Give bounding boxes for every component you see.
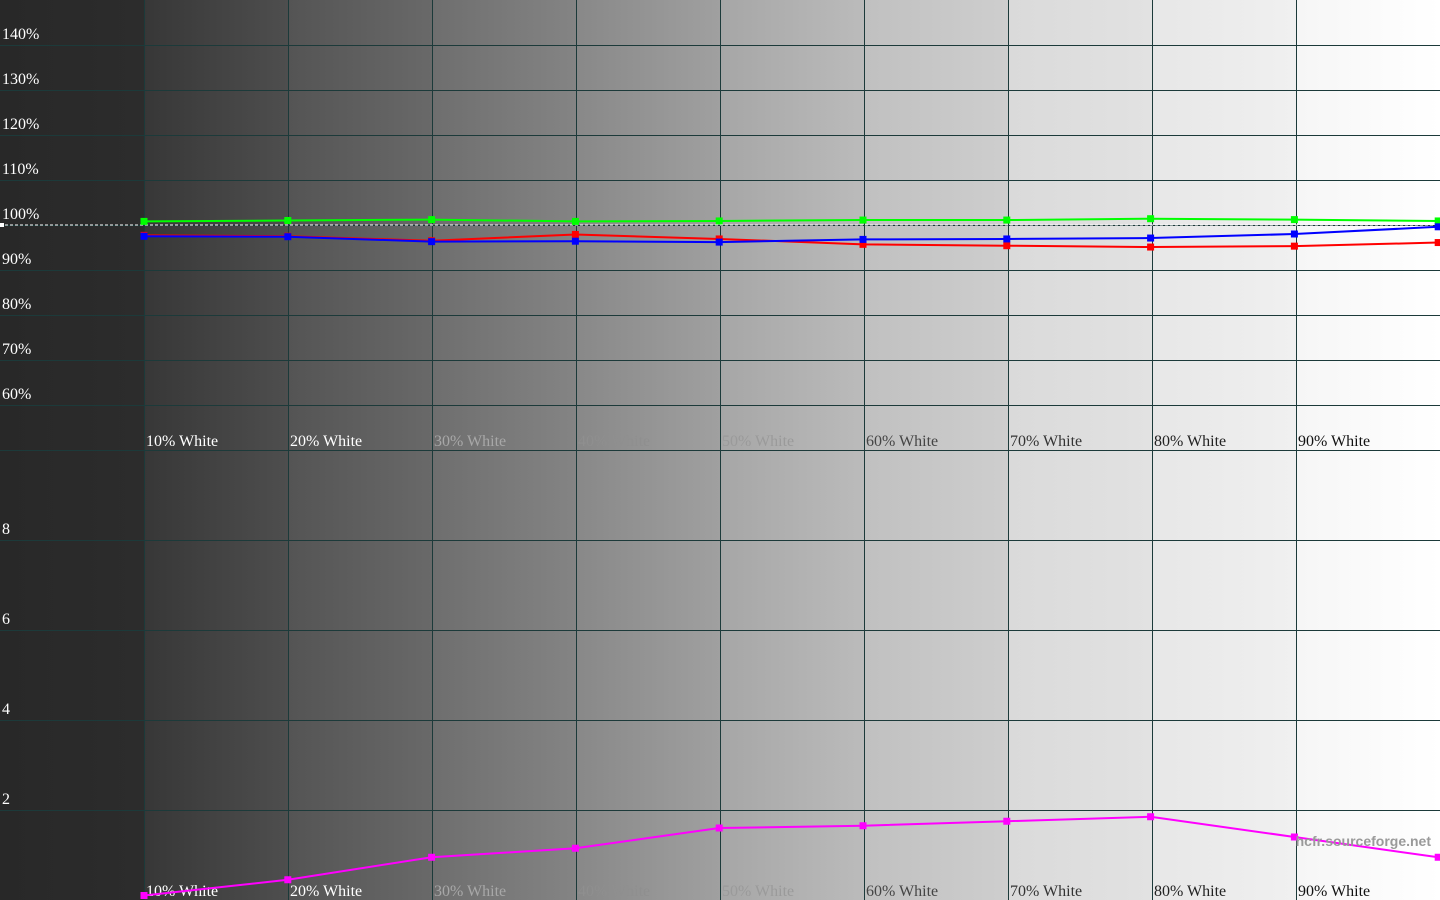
data-point-red	[571, 230, 579, 238]
data-point-blue	[715, 238, 723, 246]
data-point-magenta	[140, 892, 148, 899]
data-point-red	[1434, 239, 1440, 247]
watermark: hcfr.sourceforge.net	[1296, 833, 1432, 849]
reference-marker	[0, 223, 4, 227]
data-point-green	[284, 217, 292, 224]
grayscale-tracking-charts: 140% 130% 120% 110% 100% 90% 80% 70% 60% 10% Whit…	[0, 0, 1440, 900]
data-point-blue	[571, 237, 579, 245]
y-tick-label: 70%	[2, 341, 31, 358]
x-tick-label: 80% White	[1154, 883, 1226, 900]
data-point-blue	[284, 233, 292, 241]
data-point-magenta	[571, 844, 579, 852]
y-tick-label: 140%	[2, 26, 39, 43]
data-point-magenta	[284, 876, 292, 884]
x-tick-label: 10% White	[146, 433, 218, 450]
data-point-magenta	[715, 824, 723, 832]
y-tick-label: 6	[2, 611, 10, 628]
series-line-blue	[143, 225, 1439, 244]
x-tick-label: 20% White	[290, 883, 362, 900]
x-tick-label: 30% White	[434, 883, 506, 900]
data-point-magenta	[1147, 813, 1155, 821]
data-point-green	[1003, 216, 1011, 224]
y-tick-label: 100%	[2, 206, 39, 223]
y-tick-label: 110%	[2, 161, 39, 178]
data-point-green	[1147, 215, 1155, 223]
x-tick-label: 60% White	[866, 883, 938, 900]
data-point-red	[1003, 242, 1011, 250]
x-tick-label: 70% White	[1010, 433, 1082, 450]
series-line-green	[143, 217, 1439, 223]
chart-root: 140% 130% 120% 110% 100% 90% 80% 70% 60% 10% Whit…	[0, 0, 1440, 900]
x-tick-label: 40% White	[578, 433, 650, 450]
data-point-green	[715, 217, 723, 225]
data-point-blue	[859, 235, 867, 243]
data-point-blue	[1290, 230, 1298, 238]
y-tick-label: 120%	[2, 116, 39, 133]
data-point-blue	[428, 238, 436, 246]
data-point-green	[859, 216, 867, 224]
x-tick-label: 20% White	[290, 433, 362, 450]
data-point-magenta	[1003, 817, 1011, 825]
data-point-blue	[140, 232, 148, 240]
y-tick-label: 90%	[2, 251, 31, 268]
x-tick-label: 30% White	[434, 433, 506, 450]
x-tick-label: 90% White	[1298, 433, 1370, 450]
data-point-magenta	[859, 822, 867, 830]
data-point-green	[571, 217, 579, 225]
data-point-blue	[1147, 234, 1155, 242]
y-tick-label: 80%	[2, 296, 31, 313]
data-point-green	[140, 217, 148, 225]
x-tick-label: 60% White	[866, 433, 938, 450]
data-point-magenta	[1434, 853, 1440, 861]
data-point-magenta	[428, 853, 436, 861]
x-tick-label: 50% White	[722, 433, 794, 450]
data-point-red	[1147, 243, 1155, 251]
x-tick-label: 70% White	[1010, 883, 1082, 900]
y-tick-label: 60%	[2, 386, 31, 403]
y-tick-label: 8	[2, 521, 10, 538]
data-point-green	[1290, 216, 1298, 224]
data-point-red	[1290, 242, 1298, 250]
x-tick-label: 40% White	[578, 883, 650, 900]
data-point-blue	[1003, 235, 1011, 243]
data-point-blue	[1434, 223, 1440, 231]
y-tick-label: 4	[2, 701, 10, 718]
x-tick-label: 80% White	[1154, 433, 1226, 450]
x-tick-label: 50% White	[722, 883, 794, 900]
y-tick-label: 130%	[2, 71, 39, 88]
x-tick-label: 90% White	[1298, 883, 1370, 900]
data-point-green	[428, 216, 436, 224]
y-tick-label: 2	[2, 791, 10, 808]
